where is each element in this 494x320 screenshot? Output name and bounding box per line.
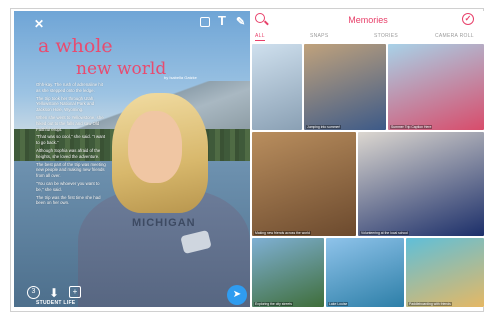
story-toolbar: ✕ T ✎: [14, 11, 250, 33]
text-icon[interactable]: T: [218, 14, 226, 27]
memory-tile[interactable]: Volunteering at the local school: [358, 132, 484, 236]
memory-caption: Jumping into summer!: [306, 125, 342, 129]
story-paragraph: "That was so cool," she said. "I want to…: [36, 134, 106, 146]
memory-caption: Exploring the city streets: [254, 302, 293, 306]
headline-line-2[interactable]: new world: [76, 59, 166, 79]
pen-icon[interactable]: ✎: [236, 16, 245, 28]
story-editor[interactable]: MICHIGAN a whole new world by Isabella G…: [14, 11, 250, 307]
memory-tile[interactable]: Lake Louise: [326, 238, 404, 307]
memory-caption: Making new friends across the world: [254, 231, 311, 235]
memory-tile[interactable]: Making new friends across the world: [252, 132, 356, 236]
memory-tile[interactable]: [252, 44, 302, 130]
headline-line-1[interactable]: a whole: [38, 37, 113, 56]
memory-caption: Volunteering at the local school: [360, 231, 409, 235]
story-paragraph: The best part of the trip was meeting ne…: [36, 161, 106, 179]
story-paragraph: Ohh-kay. The rush of adrenaline hit as s…: [36, 82, 103, 93]
tab-stories[interactable]: STORIES: [374, 33, 398, 39]
brand-label: STUDENT LIFE: [36, 300, 76, 306]
tab-all[interactable]: ALL: [255, 33, 265, 41]
add-story-icon[interactable]: +: [69, 286, 81, 298]
story-paragraph: When she went to Yellowstone, she hiked …: [36, 114, 104, 132]
sticker-icon[interactable]: [200, 17, 210, 27]
memory-tile[interactable]: Jumping into summer!: [304, 44, 386, 130]
memories-tabs: ALL SNAPS STORIES CAMERA ROLL: [252, 33, 484, 43]
send-button[interactable]: ➤: [227, 285, 247, 305]
sweatshirt-text: MICHIGAN: [132, 217, 196, 229]
memory-caption: Lake Louise: [328, 302, 349, 306]
memory-tile[interactable]: Summer Trip Caption Here: [388, 44, 484, 130]
select-icon[interactable]: ✓: [462, 13, 474, 25]
tab-snaps[interactable]: SNAPS: [310, 33, 328, 39]
close-icon[interactable]: ✕: [34, 18, 44, 30]
story-body-text[interactable]: Ohh-kay. The rush of adrenaline hit as s…: [36, 82, 108, 208]
memory-tile[interactable]: Exploring the city streets: [252, 238, 324, 307]
memories-panel: Memories ✓ ALL SNAPS STORIES CAMERA ROLL…: [252, 11, 484, 307]
memory-caption: Paddleboarding with friends: [408, 302, 452, 306]
download-icon[interactable]: ⬇: [49, 286, 59, 300]
story-paragraph: The trip took her through Utah, Yellowst…: [36, 95, 95, 113]
person-face: [128, 111, 182, 183]
byline: by Isabella Gatzke: [164, 75, 197, 80]
timer-icon[interactable]: 3: [27, 286, 40, 299]
tab-camera-roll[interactable]: CAMERA ROLL: [435, 33, 474, 39]
story-paragraph: "You can be whoever you want to be," she…: [36, 180, 100, 192]
memory-caption: Summer Trip Caption Here: [390, 125, 433, 129]
story-paragraph: Although Sophia was afraid of the height…: [36, 147, 101, 159]
page-title: Memories: [348, 15, 388, 25]
story-paragraph: The trip was the first time she had been…: [36, 194, 101, 206]
story-bottom-bar: 3 ⬇ + STUDENT LIFE ➤: [14, 283, 250, 307]
memory-tile[interactable]: Paddleboarding with friends: [406, 238, 484, 307]
